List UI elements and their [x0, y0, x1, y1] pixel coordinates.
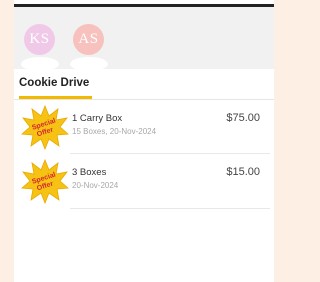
tab-active-indicator: [19, 96, 92, 99]
avatar-strip: KS AS: [14, 7, 274, 71]
order-price: $75.00: [226, 112, 260, 124]
order-title: 1 Carry Box: [72, 113, 123, 124]
tab-bar: Cookie Drive: [14, 69, 274, 100]
order-subtitle: 15 Boxes, 20-Nov-2024: [72, 127, 157, 136]
app-screen: KS AS Cookie Drive Special Offer 1 Carry…: [14, 0, 274, 282]
avatar-ks[interactable]: KS: [24, 24, 55, 55]
order-row[interactable]: Special Offer 3 Boxes 20-Nov-2024 $15.00: [14, 158, 274, 210]
order-row[interactable]: Special Offer 1 Carry Box 15 Boxes, 20-N…: [14, 104, 274, 156]
avatar-as[interactable]: AS: [73, 24, 104, 55]
row-divider: [70, 208, 270, 209]
special-offer-badge-icon: Special Offer: [20, 158, 70, 204]
order-title: 3 Boxes: [72, 167, 107, 178]
order-subtitle: 20-Nov-2024: [72, 181, 119, 190]
tab-cookie-drive[interactable]: Cookie Drive: [19, 77, 89, 89]
order-price: $15.00: [226, 166, 260, 178]
special-offer-badge-icon: Special Offer: [20, 104, 70, 150]
row-divider: [70, 153, 270, 154]
